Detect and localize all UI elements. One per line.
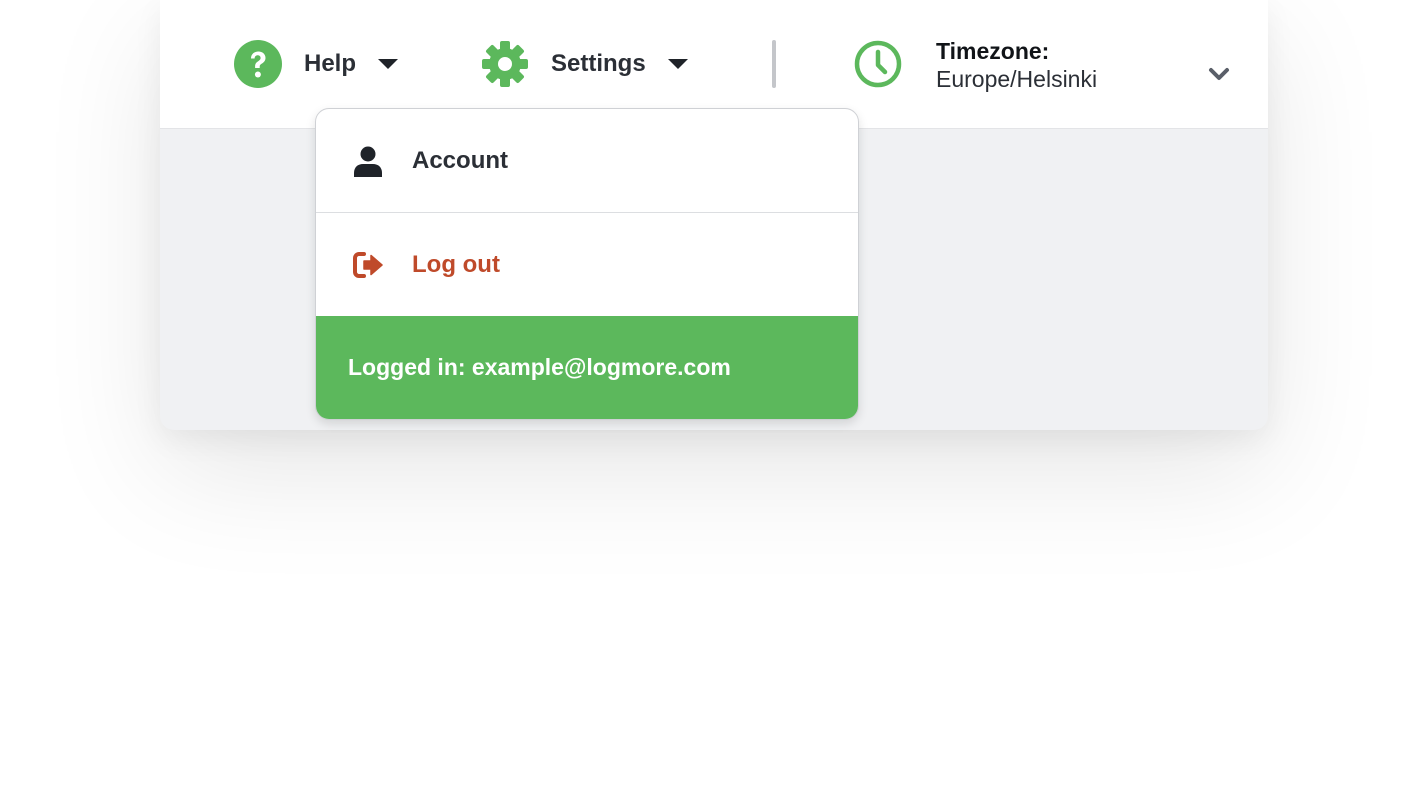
app-window: Help Settings Timezone: Europe/Helsinki … <box>160 0 1268 430</box>
settings-label: Settings <box>551 50 646 77</box>
question-circle-icon <box>234 40 282 88</box>
settings-menu-button[interactable]: Settings <box>481 40 688 88</box>
log-out-label: Log out <box>412 250 500 278</box>
menu-item-account[interactable]: Account <box>316 109 858 213</box>
timezone-value: Europe/Helsinki <box>936 66 1098 92</box>
caret-down-icon <box>667 59 688 69</box>
logged-in-text: Logged in: example@logmore.com <box>348 354 731 380</box>
caret-down-icon <box>378 59 399 69</box>
logged-in-status: Logged in: example@logmore.com <box>316 316 858 419</box>
settings-dropdown-menu: Account Log out Logged in: example@logmo… <box>315 108 859 420</box>
user-icon <box>354 146 382 177</box>
help-label: Help <box>304 50 357 77</box>
menu-item-log-out[interactable]: Log out <box>316 213 858 316</box>
nav-divider <box>772 40 776 88</box>
account-label: Account <box>412 146 508 174</box>
chevron-down-icon <box>1209 68 1229 80</box>
timezone-selector[interactable]: Timezone: Europe/Helsinki <box>854 38 1234 94</box>
gear-icon <box>482 41 528 87</box>
help-menu-button[interactable]: Help <box>234 40 399 88</box>
clock-icon <box>854 40 902 88</box>
timezone-title: Timezone: <box>936 38 1050 64</box>
sign-out-icon <box>353 251 383 278</box>
